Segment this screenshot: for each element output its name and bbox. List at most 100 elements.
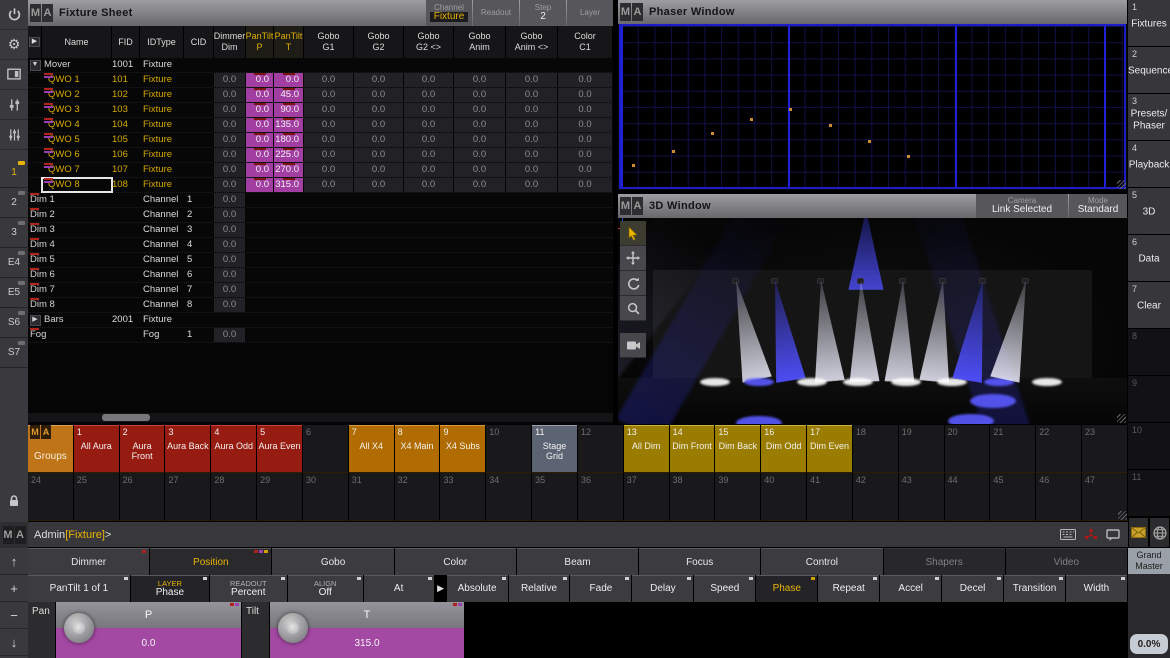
cell-g1[interactable]: 0.0	[304, 118, 354, 132]
grand-master-fader[interactable]: Grand Master 0.0%	[1128, 548, 1170, 658]
page-button-3[interactable]: 3	[0, 218, 28, 248]
cell-anim[interactable]: 0.0	[454, 148, 506, 162]
group-34[interactable]: 34	[486, 473, 532, 521]
power-button[interactable]	[0, 0, 28, 30]
phaser-grid[interactable]	[619, 24, 1126, 189]
group-5[interactable]: 5Aura Even	[257, 425, 303, 473]
group-16[interactable]: 16Dim Odd	[761, 425, 807, 473]
cell-name[interactable]: Fog	[28, 328, 112, 342]
cell-g2[interactable]: 0.0	[354, 118, 404, 132]
cell-anims[interactable]: 0.0	[506, 73, 558, 87]
cell-g1[interactable]: 0.0	[304, 88, 354, 102]
fixture-sheet-titlebar[interactable]: MA Fixture Sheet ChannelFixtureReadoutSt…	[28, 0, 613, 26]
group-8[interactable]: 8X4 Main	[395, 425, 441, 473]
cell-name[interactable]: Dim 6	[28, 268, 112, 282]
ma-logo[interactable]: MA	[0, 522, 28, 548]
channel-faders-button[interactable]	[0, 120, 28, 150]
phaser-point-8[interactable]	[907, 155, 910, 158]
tab-gobo[interactable]: Gobo	[272, 548, 393, 575]
column-header-fid[interactable]: FID	[112, 26, 140, 58]
cell-c1[interactable]: 0.0	[558, 118, 613, 132]
orbit-rotate-tool[interactable]	[620, 271, 646, 296]
group-7[interactable]: 7All X4	[349, 425, 395, 473]
toolbar-decel[interactable]: Decel	[942, 575, 1003, 602]
cell-name[interactable]: Mover	[42, 58, 112, 72]
toolbar-repeat[interactable]: Repeat	[818, 575, 879, 602]
cell-dim[interactable]: 0.0	[214, 208, 246, 222]
column-header-pantilt[interactable]: PanTiltP	[246, 26, 274, 58]
network-button[interactable]	[1149, 517, 1170, 548]
fixture-row-dim-1[interactable]: Dim 1Channel10.0	[28, 193, 613, 208]
tab-position[interactable]: Position	[150, 548, 271, 575]
encoder-plus-button[interactable]: +	[0, 575, 28, 602]
cell-anim[interactable]: 0.0	[454, 178, 506, 192]
column-header-gobo[interactable]: GoboG2 <>	[404, 26, 454, 58]
fixture-row-bars[interactable]: ▶Bars2001Fixture	[28, 313, 613, 328]
cell-dim[interactable]: 0.0	[214, 253, 246, 267]
fixture-row-dim-4[interactable]: Dim 4Channel40.0	[28, 238, 613, 253]
cell-anim[interactable]: 0.0	[454, 73, 506, 87]
toolbar-percent[interactable]: READOUTPercent	[210, 575, 287, 602]
page-button-1[interactable]: 1	[0, 158, 28, 188]
group-42[interactable]: 42	[853, 473, 899, 521]
cell-dim[interactable]: 0.0	[214, 223, 246, 237]
resize-grip[interactable]	[1117, 414, 1126, 423]
group-35[interactable]: 35	[532, 473, 578, 521]
cell-g2[interactable]: 0.0	[354, 88, 404, 102]
column-header-name[interactable]: Name	[42, 26, 112, 58]
cell-p[interactable]: 0.0	[246, 133, 274, 147]
cell-p[interactable]: 0.0	[246, 148, 274, 162]
group-26[interactable]: 26	[120, 473, 166, 521]
cell-p[interactable]: 0.0	[246, 118, 274, 132]
cell-g2s[interactable]: 0.0	[404, 148, 454, 162]
step-setting-button[interactable]: Step2	[520, 0, 566, 26]
cell-name[interactable]: Dim 3	[28, 223, 112, 237]
group-17[interactable]: 17Dim Even	[807, 425, 853, 473]
encoder-down-button[interactable]: ↓	[0, 629, 28, 656]
view-button-10[interactable]: 10	[1128, 423, 1170, 470]
cell-anim[interactable]: 0.0	[454, 133, 506, 147]
cell-dim[interactable]: 0.0	[214, 193, 246, 207]
layer-setting-button[interactable]: Layer	[567, 0, 613, 26]
cell-name[interactable]: QWO 4	[42, 118, 112, 132]
page-button-2[interactable]: 2	[0, 188, 28, 218]
cell-anim[interactable]: 0.0	[454, 163, 506, 177]
cell-anims[interactable]: 0.0	[506, 163, 558, 177]
cell-p[interactable]: 0.0	[246, 163, 274, 177]
encoder-knob[interactable]	[64, 613, 94, 643]
cell-c1[interactable]: 0.0	[558, 103, 613, 117]
phaser-point-5[interactable]	[789, 108, 792, 111]
group-11[interactable]: 11StageGrid	[532, 425, 578, 473]
toolbar-off[interactable]: ALIGNOff	[288, 575, 363, 602]
network-alert-icon[interactable]	[1084, 528, 1098, 541]
group-45[interactable]: 45	[990, 473, 1036, 521]
toolbar-speed[interactable]: Speed	[694, 575, 755, 602]
view-button-11[interactable]: 11	[1128, 470, 1170, 517]
cell-name[interactable]: QWO 6	[42, 148, 112, 162]
encoder-minus-button[interactable]: −	[0, 602, 28, 629]
fixture-row-dim-6[interactable]: Dim 6Channel60.0	[28, 268, 613, 283]
cell-anims[interactable]: 0.0	[506, 133, 558, 147]
group-38[interactable]: 38	[670, 473, 716, 521]
cell-dim[interactable]: 0.0	[214, 163, 246, 177]
scrollbar-handle[interactable]	[102, 414, 150, 421]
cell-c1[interactable]: 0.0	[558, 178, 613, 192]
view-button-sequence[interactable]: 2Sequence	[1128, 47, 1170, 94]
column-header-gobo[interactable]: GoboAnim	[454, 26, 506, 58]
cell-c1[interactable]: 0.0	[558, 73, 613, 87]
group-24[interactable]: 24	[28, 473, 74, 521]
settings-gear-button[interactable]: ⚙	[0, 30, 28, 60]
toolbar-relative[interactable]: Relative	[509, 575, 570, 602]
row-expander[interactable]: ▶	[28, 313, 42, 327]
group-31[interactable]: 31	[349, 473, 395, 521]
cell-dim[interactable]: 0.0	[214, 238, 246, 252]
cell-dim[interactable]: 0.0	[214, 133, 246, 147]
cell-t[interactable]: 45.0	[274, 88, 304, 102]
cell-anims[interactable]: 0.0	[506, 88, 558, 102]
cell-name[interactable]: QWO 8	[42, 178, 112, 192]
fixture-row-qwo-3[interactable]: QWO 3103Fixture0.00.090.00.00.00.00.00.0…	[28, 103, 613, 118]
toolbar-fade[interactable]: Fade	[570, 575, 631, 602]
tab-control[interactable]: Control	[761, 548, 882, 575]
cell-g1[interactable]: 0.0	[304, 103, 354, 117]
group-1[interactable]: 1All Aura	[74, 425, 120, 473]
